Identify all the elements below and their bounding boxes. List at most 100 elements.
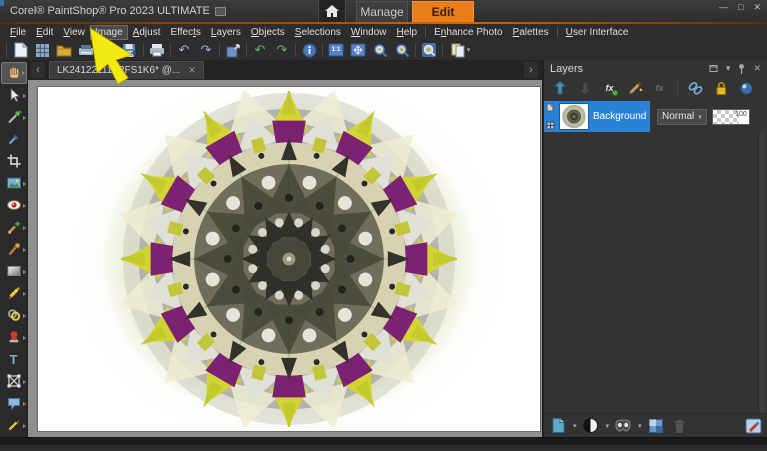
toolbar-separator <box>442 43 443 57</box>
menu-layers[interactable]: Layers <box>206 25 246 40</box>
straighten-tool[interactable] <box>1 172 27 194</box>
blend-ranges-button[interactable] <box>736 79 755 97</box>
menu-edit[interactable]: Edit <box>31 25 58 40</box>
zoom-one-to-one-button[interactable]: 1:1 <box>325 41 347 59</box>
pen-tool[interactable] <box>1 414 27 436</box>
makeover-tool[interactable] <box>1 216 27 238</box>
menu-palettes[interactable]: Palettes <box>508 25 554 40</box>
minimize-button[interactable]: — <box>719 2 728 12</box>
flyout-arrow-icon <box>23 94 26 98</box>
fit-to-window-button[interactable] <box>347 41 369 59</box>
layer-visibility-icon[interactable] <box>546 103 555 112</box>
close-panel-icon[interactable]: ✕ <box>753 63 761 74</box>
new-document-button[interactable] <box>9 41 31 59</box>
menu-separator <box>557 27 558 37</box>
chevron-down-icon[interactable]: ▾ <box>638 422 642 430</box>
new-adjustment-layer-button[interactable] <box>581 417 601 435</box>
image-canvas[interactable] <box>38 87 540 431</box>
pin-panel-icon[interactable] <box>737 63 746 75</box>
save-as-button[interactable] <box>119 41 141 59</box>
layer-thumbnail[interactable] <box>559 103 589 130</box>
home-button[interactable] <box>318 0 346 22</box>
close-button[interactable]: ✕ <box>753 2 761 12</box>
tab-manage[interactable]: Manage <box>356 1 408 22</box>
menu-file[interactable]: File <box>5 25 31 40</box>
maximize-button[interactable]: □ <box>738 2 743 12</box>
layer-thumbnail-image <box>560 104 588 129</box>
edit-layer-button[interactable] <box>625 79 644 97</box>
opacity-slider[interactable]: 100 <box>712 109 750 125</box>
magic-wand-tool[interactable] <box>1 106 27 128</box>
chevron-down-icon[interactable]: ▾ <box>606 422 610 430</box>
layer-effects-button[interactable]: fx <box>650 79 669 97</box>
tab-edit[interactable]: Edit <box>412 1 474 22</box>
tab-scroll-right-button[interactable]: › <box>524 62 538 78</box>
copy-special-button[interactable]: ▾ <box>445 41 475 59</box>
layer-styles-button[interactable]: fx <box>600 79 619 97</box>
zoom-out-button[interactable] <box>369 41 391 59</box>
menu-objects[interactable]: Objects <box>246 25 290 40</box>
toolbar-separator <box>143 43 144 57</box>
layers-panel-header[interactable]: Layers ▾ ✕ <box>544 60 767 77</box>
lock-transparency-button[interactable] <box>711 79 730 97</box>
redo-history-button[interactable]: ↷ <box>271 41 293 59</box>
image-info-button[interactable] <box>298 41 320 59</box>
dropper-tool[interactable] <box>1 128 27 150</box>
pan-tool[interactable] <box>1 62 27 84</box>
redo-button[interactable]: ↷ <box>195 41 217 59</box>
new-mask-layer-button[interactable] <box>613 417 633 435</box>
edit-detail-button[interactable] <box>743 417 763 435</box>
menu-selections[interactable]: Selections <box>290 25 346 40</box>
tab-scroll-left-button[interactable]: ‹ <box>31 62 45 78</box>
menu-image[interactable]: Image <box>90 25 128 40</box>
menu-separator <box>425 27 426 37</box>
new-document-icon <box>13 42 28 58</box>
clone-brush-tool[interactable] <box>1 238 27 260</box>
text-tool[interactable]: T <box>1 348 27 370</box>
document-tab[interactable]: LK241221119PFS1K6* @... ✕ <box>49 61 204 79</box>
preset-shape-tool[interactable] <box>1 370 27 392</box>
picture-tube-tool[interactable] <box>1 326 27 348</box>
close-icon[interactable]: ✕ <box>188 65 196 76</box>
zoom-in-button[interactable] <box>391 41 413 59</box>
layers-scrollbar[interactable] <box>758 132 765 413</box>
chevron-down-icon[interactable]: ▾ <box>573 422 577 430</box>
flyout-arrow-icon <box>23 314 26 318</box>
resize-button[interactable] <box>222 41 244 59</box>
scan-button[interactable] <box>75 41 97 59</box>
layer-row-background[interactable]: Background Normal ▾ 100 <box>544 101 767 132</box>
color-changer-tool[interactable] <box>1 304 27 326</box>
menu-user-interface[interactable]: User Interface <box>561 25 634 40</box>
new-layer-button[interactable] <box>548 417 568 435</box>
link-layers-button[interactable] <box>686 79 705 97</box>
undo-button[interactable]: ↶ <box>173 41 195 59</box>
print-button[interactable] <box>146 41 168 59</box>
new-layer-group-button[interactable] <box>646 417 666 435</box>
flood-fill-tool[interactable] <box>1 260 27 282</box>
move-layer-down-button[interactable] <box>575 79 594 97</box>
save-button[interactable] <box>97 41 119 59</box>
blend-mode-dropdown[interactable]: Normal ▾ <box>657 109 707 125</box>
zoom-out-icon <box>373 43 388 58</box>
magnifier-button[interactable] <box>418 41 440 59</box>
red-eye-tool[interactable] <box>1 194 27 216</box>
callout-tool[interactable] <box>1 392 27 414</box>
restore-panel-icon[interactable] <box>708 63 719 74</box>
edit-detail-icon <box>745 418 762 434</box>
menu-effects[interactable]: Effects <box>165 25 205 40</box>
makeover-brush-icon <box>6 219 22 235</box>
move-layer-up-button[interactable] <box>550 79 569 97</box>
open-button[interactable] <box>53 41 75 59</box>
browse-button[interactable] <box>31 41 53 59</box>
panel-menu-icon[interactable]: ▾ <box>726 63 731 74</box>
pick-tool[interactable] <box>1 84 27 106</box>
delete-layer-button[interactable] <box>670 417 690 435</box>
undo-history-button[interactable]: ↶ <box>249 41 271 59</box>
paint-brush-tool[interactable] <box>1 282 27 304</box>
menu-view[interactable]: View <box>58 25 90 40</box>
menu-adjust[interactable]: Adjust <box>128 25 166 40</box>
menu-help[interactable]: Help <box>392 25 423 40</box>
menu-window[interactable]: Window <box>346 25 392 40</box>
menu-enhance-photo[interactable]: Enhance Photo <box>429 25 507 40</box>
crop-tool[interactable] <box>1 150 27 172</box>
